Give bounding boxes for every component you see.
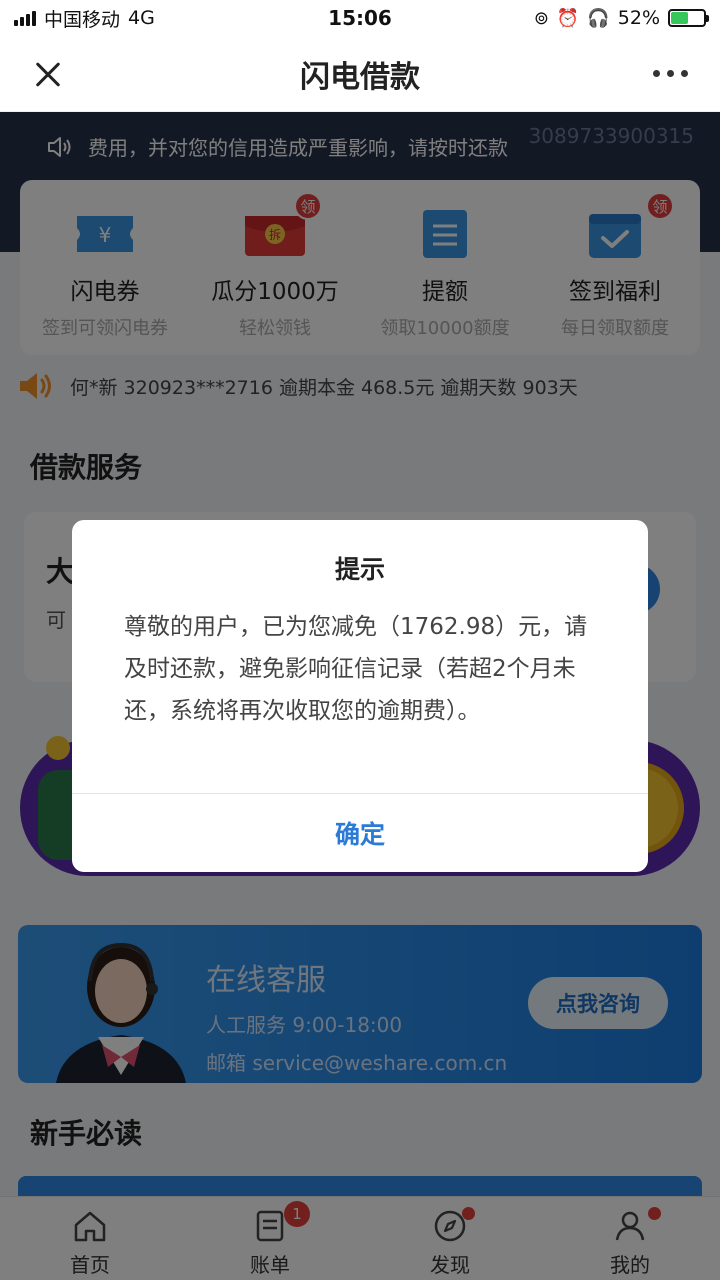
rotation-lock-icon: ⊚ (533, 7, 549, 29)
page-title: 闪电借款 (300, 59, 420, 95)
signal-icon (14, 10, 36, 26)
status-bar: 中国移动 4G 15:06 ⊚ ⏰ 🎧 52% (0, 0, 720, 36)
battery-icon (668, 9, 709, 27)
more-icon[interactable] (653, 70, 688, 77)
close-icon[interactable] (30, 56, 66, 92)
battery-percent: 52% (617, 7, 660, 29)
alert-dialog: 提示 尊敬的用户，已为您减免（1762.98）元，请及时还款，避免影响征信记录（… (72, 520, 648, 872)
status-left: 中国移动 4G (14, 5, 274, 32)
dialog-title: 提示 (334, 555, 385, 584)
confirm-button[interactable]: 确定 (72, 794, 648, 872)
alarm-icon: ⏰ (556, 7, 580, 29)
headphones-icon: 🎧 (587, 7, 610, 29)
status-time: 15:06 (328, 6, 392, 30)
network-label: 4G (128, 7, 155, 29)
carrier-label: 中国移动 (44, 8, 121, 31)
nav-bar: 闪电借款 (0, 36, 720, 112)
status-right: ⊚ ⏰ 🎧 52% (446, 7, 709, 29)
dialog-message: 尊敬的用户，已为您减免（1762.98）元，请及时还款，避免影响征信记录（若超2… (124, 614, 588, 724)
